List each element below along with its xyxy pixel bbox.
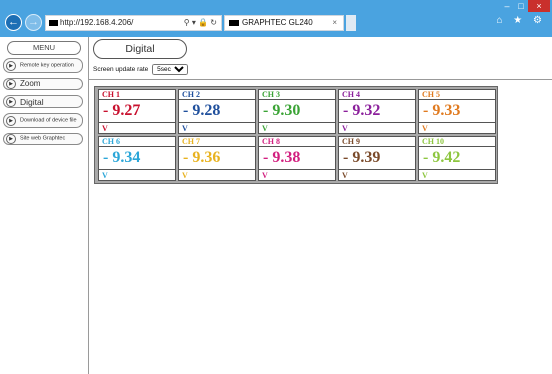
site-icon	[49, 19, 58, 26]
channel-cell: CH 3 - 9.30 V	[258, 89, 336, 134]
address-controls[interactable]: ⚲ ▾ 🔒 ↻	[184, 16, 217, 30]
channel-value: - 9.32	[343, 102, 381, 119]
arrow-right-icon: →	[28, 16, 39, 28]
channel-cell: CH 1 - 9.27 V	[98, 89, 176, 134]
sidebar: MENU ▶ Remote key operation ▶ Zoom ▶ Dig…	[0, 37, 89, 374]
channel-cell: CH 7 - 9.36 V	[178, 136, 256, 181]
sidebar-item-digital[interactable]: ▶ Digital	[3, 95, 83, 108]
channel-label: CH 1	[99, 90, 175, 100]
channel-unit: V	[419, 169, 495, 180]
update-rate-select[interactable]: 5sec	[152, 64, 189, 75]
channel-unit: V	[259, 122, 335, 133]
sidebar-item-graphtec-site[interactable]: ▶ Site web Graphtec	[3, 133, 83, 145]
sidebar-item-label: Remote key operation	[20, 61, 74, 68]
play-icon: ▶	[6, 60, 16, 71]
channel-unit: V	[179, 122, 255, 133]
tab-favicon-icon	[229, 19, 239, 26]
play-icon: ▶	[6, 79, 16, 89]
channel-unit: V	[99, 169, 175, 180]
channel-cell: CH 10 - 9.42 V	[418, 136, 496, 181]
channel-label: CH 6	[99, 137, 175, 147]
channel-value: - 9.34	[103, 149, 141, 166]
sidebar-item-download[interactable]: ▶ Download of device file	[3, 113, 83, 128]
channel-cell: CH 4 - 9.32 V	[338, 89, 416, 134]
update-rate-label: Screen update rate	[93, 66, 149, 73]
sidebar-item-label: Digital	[20, 96, 44, 107]
channel-unit: V	[179, 169, 255, 180]
channel-label: CH 3	[259, 90, 335, 100]
channel-cell: CH 5 - 9.33 V	[418, 89, 496, 134]
sidebar-item-label: Zoom	[20, 79, 41, 88]
channel-unit: V	[259, 169, 335, 180]
page-title-button[interactable]: Digital	[93, 39, 187, 59]
arrow-left-icon: ←	[8, 16, 19, 28]
address-bar[interactable]: http://192.168.4.206/ ⚲ ▾ 🔒 ↻	[45, 15, 222, 31]
channel-label: CH 5	[419, 90, 495, 100]
channel-cell: CH 8 - 9.38 V	[258, 136, 336, 181]
channel-label: CH 4	[339, 90, 415, 100]
sidebar-item-label: Download of device file	[20, 116, 77, 123]
play-icon: ▶	[6, 134, 16, 144]
channel-value: - 9.36	[183, 149, 221, 166]
channel-unit: V	[419, 122, 495, 133]
divider	[89, 79, 552, 80]
channel-label: CH 8	[259, 137, 335, 147]
channel-unit: V	[339, 169, 415, 180]
channel-value: - 9.33	[423, 102, 461, 119]
channel-value: - 9.30	[263, 102, 301, 119]
channel-cell: CH 2 - 9.28 V	[178, 89, 256, 134]
sidebar-item-label: Site web Graphtec	[20, 135, 66, 142]
update-rate-row: Screen update rate 5sec	[93, 64, 189, 75]
tab-close-button[interactable]: ×	[332, 16, 337, 30]
channel-value: - 9.28	[183, 102, 221, 119]
channel-value: - 9.39	[343, 149, 381, 166]
browser-chrome: ← → http://192.168.4.206/ ⚲ ▾ 🔒 ↻ GRAPHT…	[0, 0, 552, 37]
channel-value: - 9.38	[263, 149, 301, 166]
window-controls: – □ ×	[500, 0, 550, 12]
new-tab-button[interactable]	[346, 15, 356, 31]
channel-grid: CH 1 - 9.27 V CH 2 - 9.28 V CH 3 - 9.30 V CH 4 - 9…	[94, 86, 498, 184]
menu-button[interactable]: MENU	[7, 41, 81, 55]
back-button[interactable]: ←	[5, 14, 22, 31]
sidebar-item-remote-key[interactable]: ▶ Remote key operation	[3, 58, 83, 73]
close-window-button[interactable]: ×	[528, 0, 550, 12]
browser-tab[interactable]: GRAPHTEC GL240 ×	[224, 15, 344, 31]
maximize-button[interactable]: □	[514, 0, 528, 12]
channel-unit: V	[99, 122, 175, 133]
channel-unit: V	[339, 122, 415, 133]
channel-cell: CH 6 - 9.34 V	[98, 136, 176, 181]
channel-label: CH 10	[419, 137, 495, 147]
play-icon: ▶	[6, 96, 16, 107]
main-content: Digital Screen update rate 5sec CH 1 - 9.…	[89, 37, 552, 374]
play-icon: ▶	[6, 115, 16, 126]
toolbar-icons[interactable]: ⌂ ★ ⚙	[496, 15, 546, 26]
channel-label: CH 7	[179, 137, 255, 147]
channel-value: - 9.42	[423, 149, 461, 166]
minimize-button[interactable]: –	[500, 0, 514, 12]
channel-label: CH 2	[179, 90, 255, 100]
channel-label: CH 9	[339, 137, 415, 147]
channel-cell: CH 9 - 9.39 V	[338, 136, 416, 181]
tab-title: GRAPHTEC GL240	[242, 18, 313, 27]
url-text: http://192.168.4.206/	[60, 18, 134, 27]
forward-button[interactable]: →	[25, 14, 42, 31]
sidebar-item-zoom[interactable]: ▶ Zoom	[3, 78, 83, 90]
channel-value: - 9.27	[103, 102, 141, 119]
